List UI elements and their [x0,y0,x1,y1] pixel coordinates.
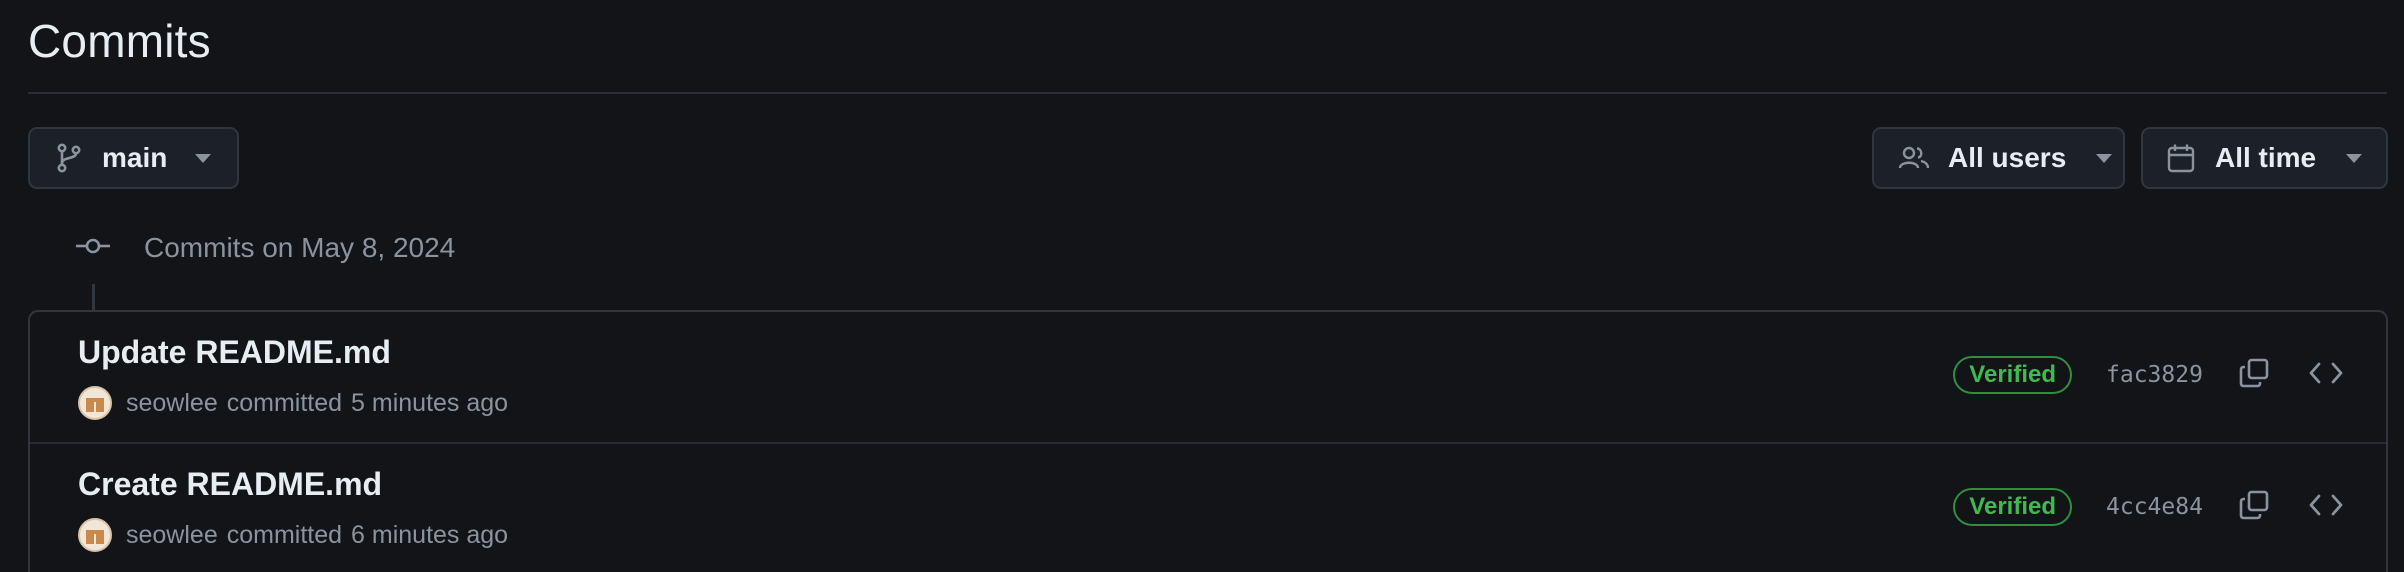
commit-list: Update README.md seowlee committed 5 min… [28,310,2388,572]
title-divider [28,92,2387,94]
commit-actions: Verified 4cc4e84 [1953,444,2386,570]
commit-author-link[interactable]: seowlee [126,521,218,550]
branch-select-label: main [102,142,168,173]
commits-page: Commits main All users All time Commits … [0,0,2404,572]
users-filter-label: All users [1948,142,2067,173]
commit-meta: seowlee committed 6 minutes ago [78,518,508,552]
commit-message-link[interactable]: Create README.md [78,466,382,503]
browse-repo-button[interactable] [2302,483,2350,531]
users-filter-button[interactable]: All users [1872,127,2125,189]
code-icon [2309,361,2343,390]
verified-badge[interactable]: Verified [1953,488,2072,526]
git-branch-icon [56,143,82,173]
browse-repo-button[interactable] [2302,351,2350,399]
commit-meta: seowlee committed 5 minutes ago [78,386,508,420]
time-filter-label: All time [2215,142,2317,173]
git-commit-icon [74,236,112,261]
commit-sha-link[interactable]: fac3829 [2106,362,2206,388]
copy-icon [2239,490,2269,525]
commit-actions: Verified fac3829 [1953,312,2386,438]
code-icon [2309,493,2343,522]
timeline-connector [92,284,95,312]
verified-badge[interactable]: Verified [1953,356,2072,394]
commit-time: 5 minutes ago [351,388,509,417]
caret-down-icon [195,153,212,163]
commit-row: Create README.md seowlee committed 6 min… [30,442,2386,572]
calendar-icon [2167,143,2195,173]
avatar[interactable] [78,386,112,420]
copy-sha-button[interactable] [2230,483,2278,531]
commit-verb: committed [226,520,343,549]
commit-group-header: Commits on May 8, 2024 [74,232,455,264]
commit-row: Update README.md seowlee committed 5 min… [30,312,2386,442]
branch-select-button[interactable]: main [28,127,239,189]
caret-down-icon [2346,153,2363,163]
people-icon [1898,145,1930,171]
copy-sha-button[interactable] [2230,351,2278,399]
commit-sha-link[interactable]: 4cc4e84 [2106,494,2206,520]
commit-message-link[interactable]: Update README.md [78,334,391,371]
copy-icon [2239,358,2269,393]
avatar[interactable] [78,518,112,552]
commit-author-link[interactable]: seowlee [126,389,218,418]
time-filter-button[interactable]: All time [2141,127,2388,189]
caret-down-icon [2096,153,2113,163]
commit-verb: committed [226,388,343,417]
commit-time: 6 minutes ago [351,520,509,549]
commit-group-date: Commits on May 8, 2024 [144,232,456,263]
page-title: Commits [28,15,211,67]
